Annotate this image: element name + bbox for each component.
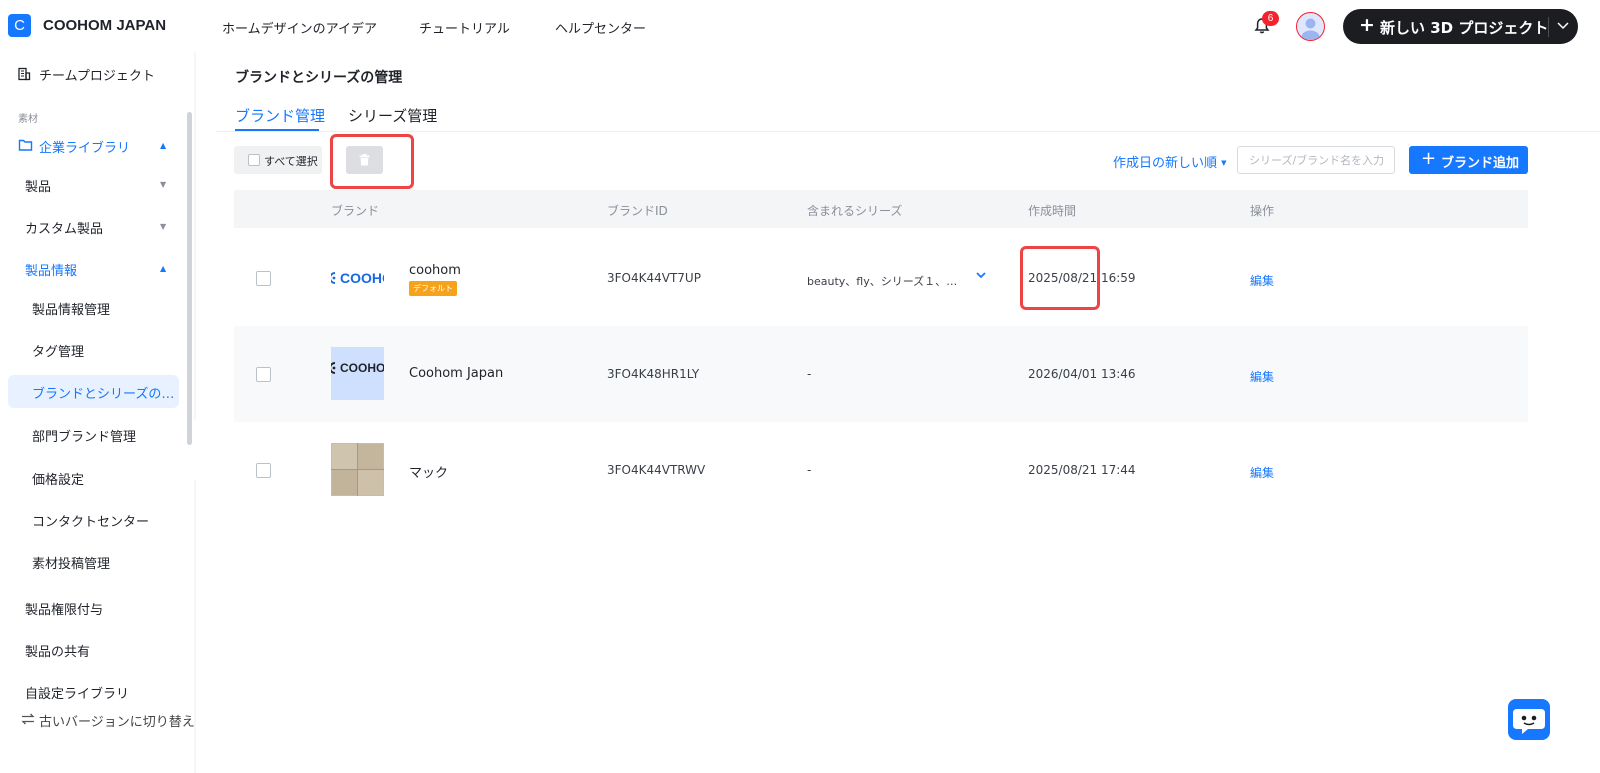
app-logo[interactable]: C [8,14,31,37]
sidebar-item-custom-products[interactable]: カスタム製品 [25,218,103,237]
sidebar-item-team-project[interactable]: チームプロジェクト [39,65,155,84]
sidebar-item-custom-library[interactable]: 自設定ライブラリ [25,683,129,702]
brand-name: Coohom Japan [409,366,504,381]
sidebar-item-price-settings[interactable]: 価格設定 [32,469,84,488]
main-content: ブランドとシリーズの管理 ブランド管理 シリーズ管理 すべて選択 作成日の新しい… [196,52,1600,773]
highlight-box-delete [330,134,414,189]
checkbox[interactable] [248,154,260,166]
sidebar-item-products[interactable]: 製品 [25,176,51,195]
nav-design-ideas[interactable]: ホームデザインのアイデア [222,18,377,37]
new-3d-project-label: 新しい 3D プロジェクト [1380,19,1549,37]
caret-up-icon[interactable]: ▲ [160,141,166,150]
sort-dropdown[interactable]: 作成日の新しい順 ▼ [1113,152,1227,171]
building-icon [18,67,31,81]
search-input[interactable] [1237,146,1395,174]
column-header-brand: ブランド [331,204,380,218]
brand-id: 3FO4K44VTRWV [607,463,706,477]
sidebar: チームプロジェクト 素材 企業ライブラリ ▲ 製品 ▼ カスタム製品 ▼ 製品情… [0,52,195,773]
brand-id: 3FO4K44VT7UP [607,271,701,285]
brand-logo-text: COOHOM [340,361,384,375]
select-all-checkbox[interactable]: すべて選択 [234,146,322,174]
sidebar-item-product-info-management[interactable]: 製品情報管理 [32,299,110,318]
sidebar-item-material-submission[interactable]: 素材投稿管理 [32,553,110,572]
caret-down-icon[interactable]: ▼ [160,222,166,231]
caret-down-icon: ▼ [1221,159,1227,167]
folder-icon [18,139,33,151]
created-time: 2025/08/21 17:44 [1028,463,1136,477]
chevron-down-icon[interactable] [975,270,987,280]
tab-brand-management[interactable]: ブランド管理 [235,105,325,126]
chevron-down-icon[interactable] [1556,20,1570,32]
active-tab-indicator [235,129,319,131]
column-header-series: 含まれるシリーズ [807,204,903,218]
brand-name: マック [409,466,449,481]
select-all-label: すべて選択 [264,155,318,168]
user-icon [1301,18,1320,40]
row-checkbox[interactable] [256,271,271,286]
default-badge: デフォルト [409,281,457,296]
series-list: - [807,367,812,381]
avatar[interactable] [1296,12,1325,41]
table-row: マック 3FO4K44VTRWV - 2025/08/21 17:44 編集 [234,422,1528,518]
tab-series-management[interactable]: シリーズ管理 [348,105,437,126]
switch-old-version-link[interactable]: 古いバージョンに切り替え [39,711,195,730]
notification-badge: 6 [1262,11,1279,26]
chat-support-button[interactable] [1508,699,1550,740]
brand-logo-mac [331,443,384,496]
sidebar-item-department-brand[interactable]: 部門ブランド管理 [32,426,136,445]
table-header: ブランド ブランドID 含まれるシリーズ 作成時間 操作 [234,190,1528,228]
top-bar: C COOHOM JAPAN ホームデザインのアイデア チュートリアル ヘルプセ… [0,0,1600,52]
column-header-actions: 操作 [1250,204,1275,218]
series-list: - [807,463,812,477]
column-header-brand-id: ブランドID [607,204,668,218]
nav-help-center[interactable]: ヘルプセンター [555,18,646,37]
sidebar-item-tag-management[interactable]: タグ管理 [32,341,84,360]
highlight-box-edit [1020,246,1100,310]
column-header-created: 作成時間 [1028,204,1077,218]
sidebar-item-enterprise-library[interactable]: 企業ライブラリ [39,137,130,156]
edit-link[interactable]: 編集 [1250,368,1274,385]
add-brand-label: ブランド追加 [1441,156,1520,171]
sidebar-item-product-sharing[interactable]: 製品の共有 [25,641,90,660]
table-row: COOHOM coohom デフォルト 3FO4K44VT7UP beauty、… [234,230,1528,326]
sidebar-item-brand-series[interactable]: ブランドとシリーズの… [32,383,174,402]
edit-link[interactable]: 編集 [1250,272,1274,289]
sidebar-item-product-permissions[interactable]: 製品権限付与 [25,599,103,618]
brand-logo-text: COOHOM [340,270,384,286]
caret-down-icon[interactable]: ▼ [160,180,166,189]
tab-divider [216,131,1600,132]
edit-link[interactable]: 編集 [1250,464,1274,481]
nav-tutorial[interactable]: チュートリアル [419,18,510,37]
table-row: COOHOM Coohom Japan 3FO4K48HR1LY - 2026/… [234,326,1528,422]
sidebar-item-contact-center[interactable]: コンタクトセンター [32,511,149,530]
plus-icon: + [1421,148,1437,169]
new-3d-project-button[interactable]: + 新しい 3D プロジェクト [1343,9,1578,44]
created-time: 2026/04/01 13:46 [1028,367,1136,381]
sort-label: 作成日の新しい順 [1113,156,1218,171]
button-separator [1548,17,1549,37]
row-checkbox[interactable] [256,367,271,382]
brand-name: coohom [409,263,461,278]
tile-texture-image [331,443,384,496]
series-list: beauty、fly、シリーズ１、シリーズ２ [807,275,962,288]
chat-bot-icon [1513,709,1545,734]
caret-up-icon[interactable]: ▲ [160,264,166,273]
sidebar-section-materials: 素材 [18,114,38,125]
row-checkbox[interactable] [256,463,271,478]
brand-id: 3FO4K48HR1LY [607,367,700,381]
app-name[interactable]: COOHOM JAPAN [43,17,166,34]
brand-logo-coohom: COOHOM [331,251,384,304]
page-title: ブランドとシリーズの管理 [235,70,403,86]
plus-icon: + [1359,14,1375,36]
add-brand-button[interactable]: + ブランド追加 [1409,146,1528,174]
switch-icon [21,713,35,725]
sidebar-scrollbar[interactable] [187,112,192,445]
sidebar-item-product-info[interactable]: 製品情報 [25,260,77,279]
brand-logo-coohom-japan: COOHOM [331,347,384,400]
